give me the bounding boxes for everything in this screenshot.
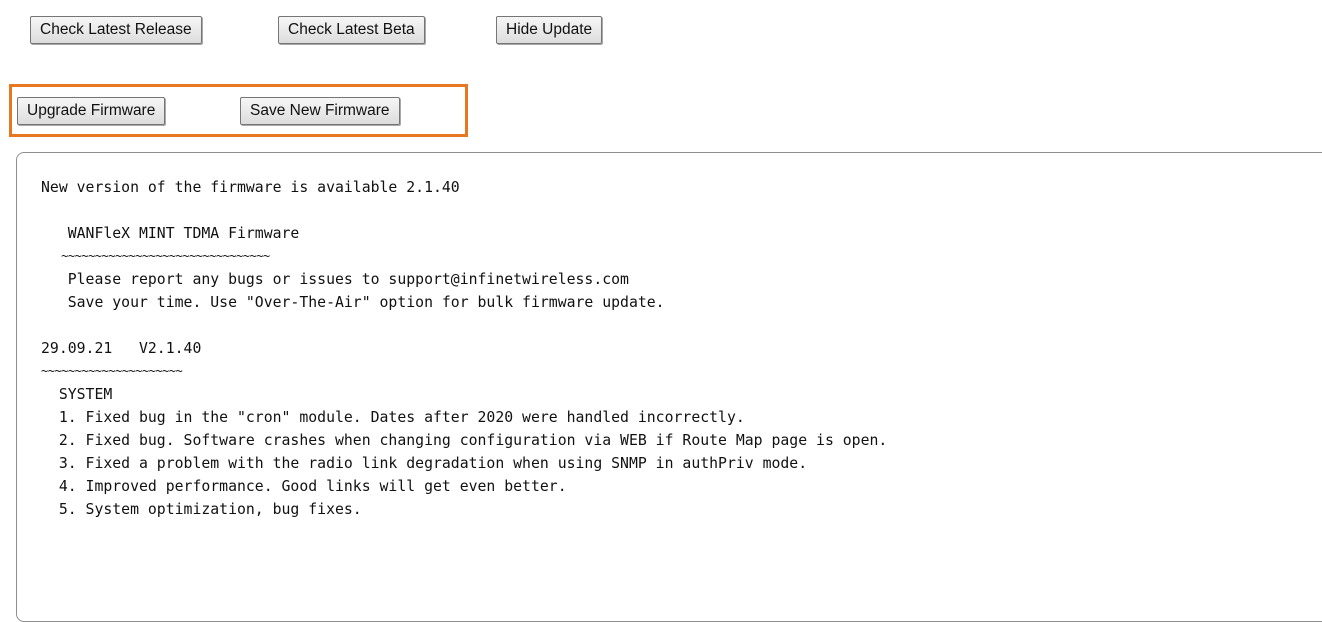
ota-hint-line: Save your time. Use "Over-The-Air" optio…	[41, 294, 665, 311]
changelog-item: 1. Fixed bug in the "cron" module. Dates…	[41, 409, 745, 426]
update-available-header: New version of the firmware is available…	[41, 179, 460, 196]
upgrade-firmware-button[interactable]: Upgrade Firmware	[17, 97, 166, 125]
product-title-underline: ~~~~~~~~~~~~~~~~~~~~~~~~~~~~~~~	[41, 249, 270, 263]
hide-update-button[interactable]: Hide Update	[496, 16, 603, 44]
changelog-item: 4. Improved performance. Good links will…	[41, 478, 567, 495]
changelog-item: 5. System optimization, bug fixes.	[41, 501, 362, 518]
save-new-firmware-button[interactable]: Save New Firmware	[240, 97, 400, 125]
product-title: WANFleX MINT TDMA Firmware	[41, 225, 300, 242]
release-notes-text: New version of the firmware is available…	[41, 176, 887, 521]
bug-report-line: Please report any bugs or issues to supp…	[41, 271, 629, 288]
check-latest-beta-button[interactable]: Check Latest Beta	[278, 16, 425, 44]
changelog-item: 2. Fixed bug. Software crashes when chan…	[41, 432, 888, 449]
version-line: 29.09.21 V2.1.40	[41, 340, 202, 357]
version-underline: ~~~~~~~~~~~~~~~~~~~~~	[41, 364, 183, 378]
check-latest-release-button[interactable]: Check Latest Release	[30, 16, 202, 44]
section-heading: SYSTEM	[41, 386, 113, 403]
changelog-item: 3. Fixed a problem with the radio link d…	[41, 455, 808, 472]
